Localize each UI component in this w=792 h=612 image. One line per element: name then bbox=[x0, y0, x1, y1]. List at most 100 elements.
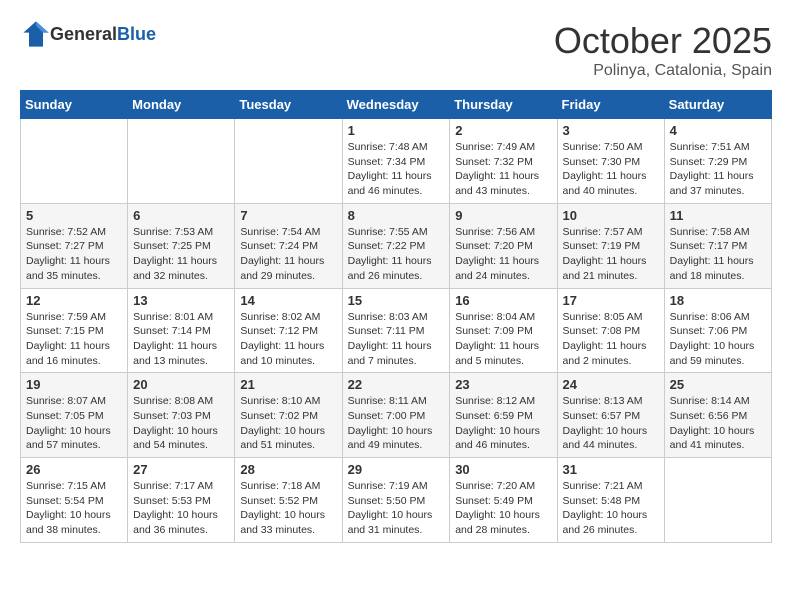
day-cell: 24Sunrise: 8:13 AMSunset: 6:57 PMDayligh… bbox=[557, 373, 664, 458]
day-info: Sunset: 5:54 PM bbox=[26, 494, 122, 509]
day-number: 28 bbox=[240, 462, 336, 477]
calendar-table: SundayMondayTuesdayWednesdayThursdayFrid… bbox=[20, 90, 772, 543]
day-cell: 2Sunrise: 7:49 AMSunset: 7:32 PMDaylight… bbox=[450, 119, 557, 204]
logo-general: General bbox=[50, 24, 117, 44]
day-number: 3 bbox=[563, 123, 659, 138]
day-info: Sunrise: 8:01 AM bbox=[133, 310, 229, 325]
day-info: Sunrise: 7:15 AM bbox=[26, 479, 122, 494]
day-info: Sunset: 5:53 PM bbox=[133, 494, 229, 509]
day-number: 25 bbox=[670, 377, 766, 392]
day-info: Daylight: 11 hours and 46 minutes. bbox=[348, 169, 445, 198]
day-number: 8 bbox=[348, 208, 445, 223]
day-info: Sunset: 7:03 PM bbox=[133, 409, 229, 424]
day-info: Sunset: 5:52 PM bbox=[240, 494, 336, 509]
day-info: Sunset: 7:06 PM bbox=[670, 324, 766, 339]
day-number: 4 bbox=[670, 123, 766, 138]
day-number: 5 bbox=[26, 208, 122, 223]
title-area: October 2025 Polinya, Catalonia, Spain bbox=[554, 20, 772, 80]
day-info: Sunset: 7:17 PM bbox=[670, 239, 766, 254]
weekday-header-row: SundayMondayTuesdayWednesdayThursdayFrid… bbox=[21, 91, 772, 119]
day-info: Sunset: 7:30 PM bbox=[563, 155, 659, 170]
day-info: Sunset: 5:49 PM bbox=[455, 494, 551, 509]
day-info: Daylight: 11 hours and 2 minutes. bbox=[563, 339, 659, 368]
day-info: Daylight: 10 hours and 59 minutes. bbox=[670, 339, 766, 368]
day-info: Sunset: 7:11 PM bbox=[348, 324, 445, 339]
location-subtitle: Polinya, Catalonia, Spain bbox=[554, 62, 772, 80]
day-info: Sunrise: 7:55 AM bbox=[348, 225, 445, 240]
month-title: October 2025 bbox=[554, 20, 772, 62]
day-number: 16 bbox=[455, 293, 551, 308]
day-number: 9 bbox=[455, 208, 551, 223]
day-cell: 18Sunrise: 8:06 AMSunset: 7:06 PMDayligh… bbox=[664, 288, 771, 373]
page-header: GeneralBlue October 2025 Polinya, Catalo… bbox=[20, 20, 772, 80]
day-number: 15 bbox=[348, 293, 445, 308]
day-number: 21 bbox=[240, 377, 336, 392]
day-info: Daylight: 11 hours and 29 minutes. bbox=[240, 254, 336, 283]
day-info: Daylight: 10 hours and 41 minutes. bbox=[670, 424, 766, 453]
day-cell: 13Sunrise: 8:01 AMSunset: 7:14 PMDayligh… bbox=[128, 288, 235, 373]
day-info: Daylight: 10 hours and 51 minutes. bbox=[240, 424, 336, 453]
week-row-1: 1Sunrise: 7:48 AMSunset: 7:34 PMDaylight… bbox=[21, 119, 772, 204]
day-info: Daylight: 11 hours and 18 minutes. bbox=[670, 254, 766, 283]
day-info: Sunrise: 7:49 AM bbox=[455, 140, 551, 155]
day-cell: 4Sunrise: 7:51 AMSunset: 7:29 PMDaylight… bbox=[664, 119, 771, 204]
day-cell: 28 Sunrise: 7:18 AMSunset: 5:52 PMDayligh… bbox=[235, 458, 342, 543]
day-info: Sunset: 7:20 PM bbox=[455, 239, 551, 254]
day-info: Sunset: 6:56 PM bbox=[670, 409, 766, 424]
day-info: Sunset: 7:12 PM bbox=[240, 324, 336, 339]
day-info: Sunrise: 8:13 AM bbox=[563, 394, 659, 409]
day-info: Sunset: 5:50 PM bbox=[348, 494, 445, 509]
day-number: 14 bbox=[240, 293, 336, 308]
day-number: 7 bbox=[240, 208, 336, 223]
day-info: Sunrise: 7:20 AM bbox=[455, 479, 551, 494]
day-info: Daylight: 11 hours and 10 minutes. bbox=[240, 339, 336, 368]
day-info: Sunrise: 7:59 AM bbox=[26, 310, 122, 325]
day-cell: 3Sunrise: 7:50 AMSunset: 7:30 PMDaylight… bbox=[557, 119, 664, 204]
day-cell bbox=[21, 119, 128, 204]
day-number: 1 bbox=[348, 123, 445, 138]
day-info: Daylight: 10 hours and 38 minutes. bbox=[26, 508, 122, 537]
day-info: Sunset: 7:00 PM bbox=[348, 409, 445, 424]
day-info: Daylight: 10 hours and 36 minutes. bbox=[133, 508, 229, 537]
day-info: Daylight: 11 hours and 7 minutes. bbox=[348, 339, 445, 368]
day-info: Sunrise: 7:53 AM bbox=[133, 225, 229, 240]
day-cell: 15Sunrise: 8:03 AMSunset: 7:11 PMDayligh… bbox=[342, 288, 450, 373]
day-number: 20 bbox=[133, 377, 229, 392]
day-cell: 8Sunrise: 7:55 AMSunset: 7:22 PMDaylight… bbox=[342, 203, 450, 288]
day-info: Sunrise: 7:57 AM bbox=[563, 225, 659, 240]
day-info: Sunset: 7:25 PM bbox=[133, 239, 229, 254]
day-info: Sunset: 7:27 PM bbox=[26, 239, 122, 254]
day-info: Sunrise: 7:18 AM bbox=[240, 479, 336, 494]
week-row-3: 12Sunrise: 7:59 AMSunset: 7:15 PMDayligh… bbox=[21, 288, 772, 373]
day-info: Sunrise: 8:04 AM bbox=[455, 310, 551, 325]
day-info: Sunset: 7:08 PM bbox=[563, 324, 659, 339]
day-info: Sunrise: 8:10 AM bbox=[240, 394, 336, 409]
day-cell: 27Sunrise: 7:17 AMSunset: 5:53 PMDayligh… bbox=[128, 458, 235, 543]
day-info: Daylight: 11 hours and 32 minutes. bbox=[133, 254, 229, 283]
day-info: Sunset: 7:19 PM bbox=[563, 239, 659, 254]
logo-icon bbox=[22, 20, 50, 48]
day-info: Daylight: 10 hours and 28 minutes. bbox=[455, 508, 551, 537]
week-row-4: 19Sunrise: 8:07 AMSunset: 7:05 PMDayligh… bbox=[21, 373, 772, 458]
day-cell: 26Sunrise: 7:15 AMSunset: 5:54 PMDayligh… bbox=[21, 458, 128, 543]
day-info: Sunrise: 7:19 AM bbox=[348, 479, 445, 494]
day-info: Sunrise: 8:05 AM bbox=[563, 310, 659, 325]
week-row-5: 26Sunrise: 7:15 AMSunset: 5:54 PMDayligh… bbox=[21, 458, 772, 543]
day-info: Sunset: 7:34 PM bbox=[348, 155, 445, 170]
day-info: Sunset: 7:14 PM bbox=[133, 324, 229, 339]
day-info: Daylight: 11 hours and 26 minutes. bbox=[348, 254, 445, 283]
day-info: Daylight: 10 hours and 49 minutes. bbox=[348, 424, 445, 453]
day-info: Daylight: 10 hours and 31 minutes. bbox=[348, 508, 445, 537]
day-info: Daylight: 10 hours and 33 minutes. bbox=[240, 508, 336, 537]
day-info: Sunrise: 7:52 AM bbox=[26, 225, 122, 240]
day-info: Daylight: 11 hours and 16 minutes. bbox=[26, 339, 122, 368]
day-info: Daylight: 11 hours and 37 minutes. bbox=[670, 169, 766, 198]
day-cell: 22Sunrise: 8:11 AMSunset: 7:00 PMDayligh… bbox=[342, 373, 450, 458]
day-info: Sunset: 6:57 PM bbox=[563, 409, 659, 424]
day-cell: 7Sunrise: 7:54 AMSunset: 7:24 PMDaylight… bbox=[235, 203, 342, 288]
day-cell: 19Sunrise: 8:07 AMSunset: 7:05 PMDayligh… bbox=[21, 373, 128, 458]
day-info: Sunrise: 7:58 AM bbox=[670, 225, 766, 240]
day-info: Daylight: 11 hours and 21 minutes. bbox=[563, 254, 659, 283]
weekday-header-monday: Monday bbox=[128, 91, 235, 119]
day-number: 31 bbox=[563, 462, 659, 477]
